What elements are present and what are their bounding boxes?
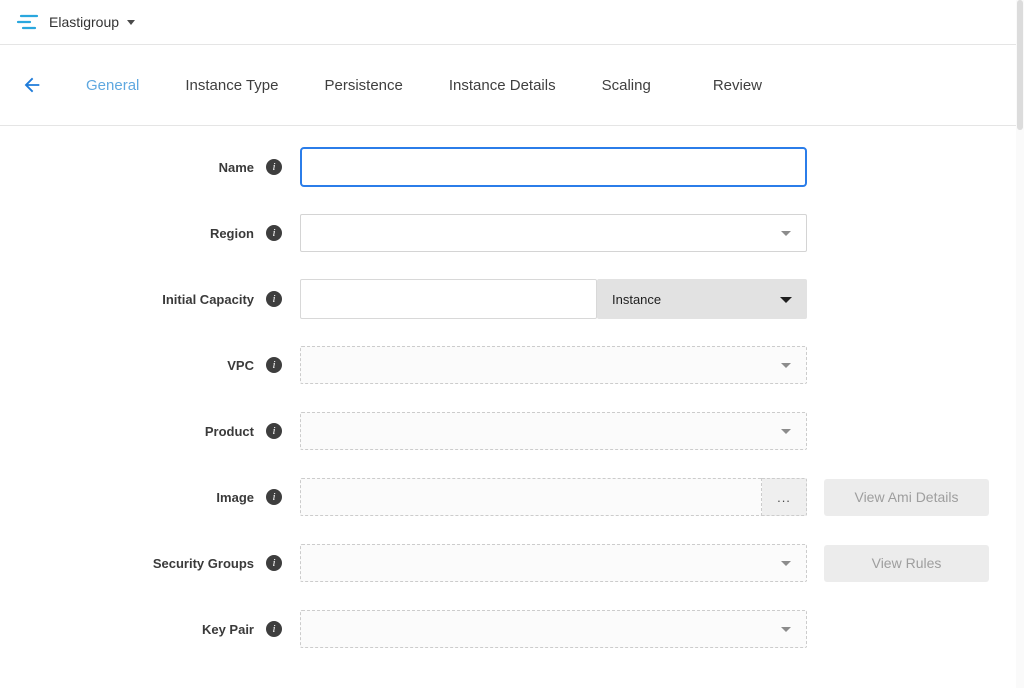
region-select[interactable] <box>300 214 807 252</box>
view-rules-button[interactable]: View Rules <box>824 545 989 582</box>
product-info-icon[interactable]: i <box>266 423 282 439</box>
image-info-icon[interactable]: i <box>266 489 282 505</box>
form-row-key-pair: Key Pair i <box>0 609 1024 649</box>
vpc-label: VPC <box>227 358 254 373</box>
tab-instance-type[interactable]: Instance Type <box>185 77 278 94</box>
name-input[interactable] <box>300 147 807 187</box>
arrow-back-icon <box>21 74 43 96</box>
form-row-region: Region i <box>0 213 1024 253</box>
vpc-info-icon[interactable]: i <box>266 357 282 373</box>
tab-general[interactable]: General <box>86 77 139 94</box>
app-switcher-label[interactable]: Elastigroup <box>49 14 119 30</box>
name-info-icon[interactable]: i <box>266 159 282 175</box>
tab-persistence[interactable]: Persistence <box>325 77 403 94</box>
form-row-product: Product i <box>0 411 1024 451</box>
general-settings-form: Name i Region i Initial Capacity i Inst <box>0 126 1024 649</box>
security-groups-select[interactable] <box>300 544 807 582</box>
wizard-tabs: General Instance Type Persistence Instan… <box>86 77 808 94</box>
chevron-down-icon <box>780 297 792 303</box>
chevron-down-icon <box>781 429 791 434</box>
elastigroup-logo-icon <box>16 13 40 31</box>
tab-review[interactable]: Review <box>713 77 762 94</box>
security-groups-info-icon[interactable]: i <box>266 555 282 571</box>
key-pair-label: Key Pair <box>202 622 254 637</box>
tab-scaling[interactable]: Scaling <box>602 77 651 94</box>
key-pair-select[interactable] <box>300 610 807 648</box>
capacity-unit-select[interactable]: Instance <box>597 279 807 319</box>
key-pair-info-icon[interactable]: i <box>266 621 282 637</box>
back-button[interactable] <box>20 73 44 97</box>
vpc-select[interactable] <box>300 346 807 384</box>
form-row-image: Image i ... View Ami Details <box>0 477 1024 517</box>
top-bar: Elastigroup <box>0 0 1024 45</box>
initial-capacity-info-icon[interactable]: i <box>266 291 282 307</box>
chevron-down-icon <box>781 363 791 368</box>
capacity-unit-value: Instance <box>612 292 661 307</box>
initial-capacity-label: Initial Capacity <box>162 292 254 307</box>
form-row-security-groups: Security Groups i View Rules <box>0 543 1024 583</box>
form-row-name: Name i <box>0 147 1024 187</box>
image-label: Image <box>216 490 254 505</box>
chevron-down-icon <box>781 561 791 566</box>
region-label: Region <box>210 226 254 241</box>
view-ami-details-button[interactable]: View Ami Details <box>824 479 989 516</box>
scrollbar-thumb[interactable] <box>1017 0 1023 130</box>
form-row-initial-capacity: Initial Capacity i Instance <box>0 279 1024 319</box>
image-input[interactable] <box>300 478 762 516</box>
wizard-tab-bar: General Instance Type Persistence Instan… <box>0 45 1024 126</box>
product-label: Product <box>205 424 254 439</box>
initial-capacity-input[interactable] <box>300 279 597 319</box>
chevron-down-icon <box>781 627 791 632</box>
form-row-vpc: VPC i <box>0 345 1024 385</box>
region-info-icon[interactable]: i <box>266 225 282 241</box>
tab-instance-details[interactable]: Instance Details <box>449 77 556 94</box>
name-label: Name <box>219 160 254 175</box>
vertical-scrollbar[interactable] <box>1016 0 1024 688</box>
product-select[interactable] <box>300 412 807 450</box>
chevron-down-icon[interactable] <box>127 20 135 25</box>
chevron-down-icon <box>781 231 791 236</box>
image-browse-button[interactable]: ... <box>762 478 807 516</box>
security-groups-label: Security Groups <box>153 556 254 571</box>
